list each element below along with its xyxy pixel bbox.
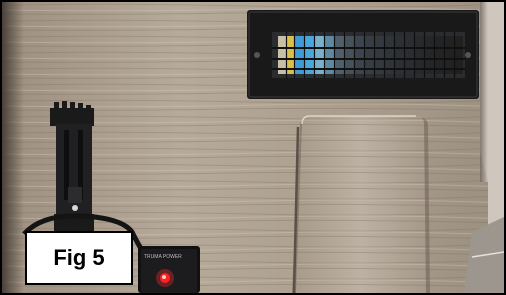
access-panel (292, 115, 430, 293)
wall-left-shadow (2, 2, 24, 293)
device-label: TRUMA POWER (144, 254, 182, 260)
figure-caption: Fig 5 (25, 231, 133, 285)
air-vent (247, 10, 479, 99)
figure-frame: TRUMA POWER Fig 5 (0, 0, 506, 295)
control-device: TRUMA POWER (138, 246, 200, 293)
